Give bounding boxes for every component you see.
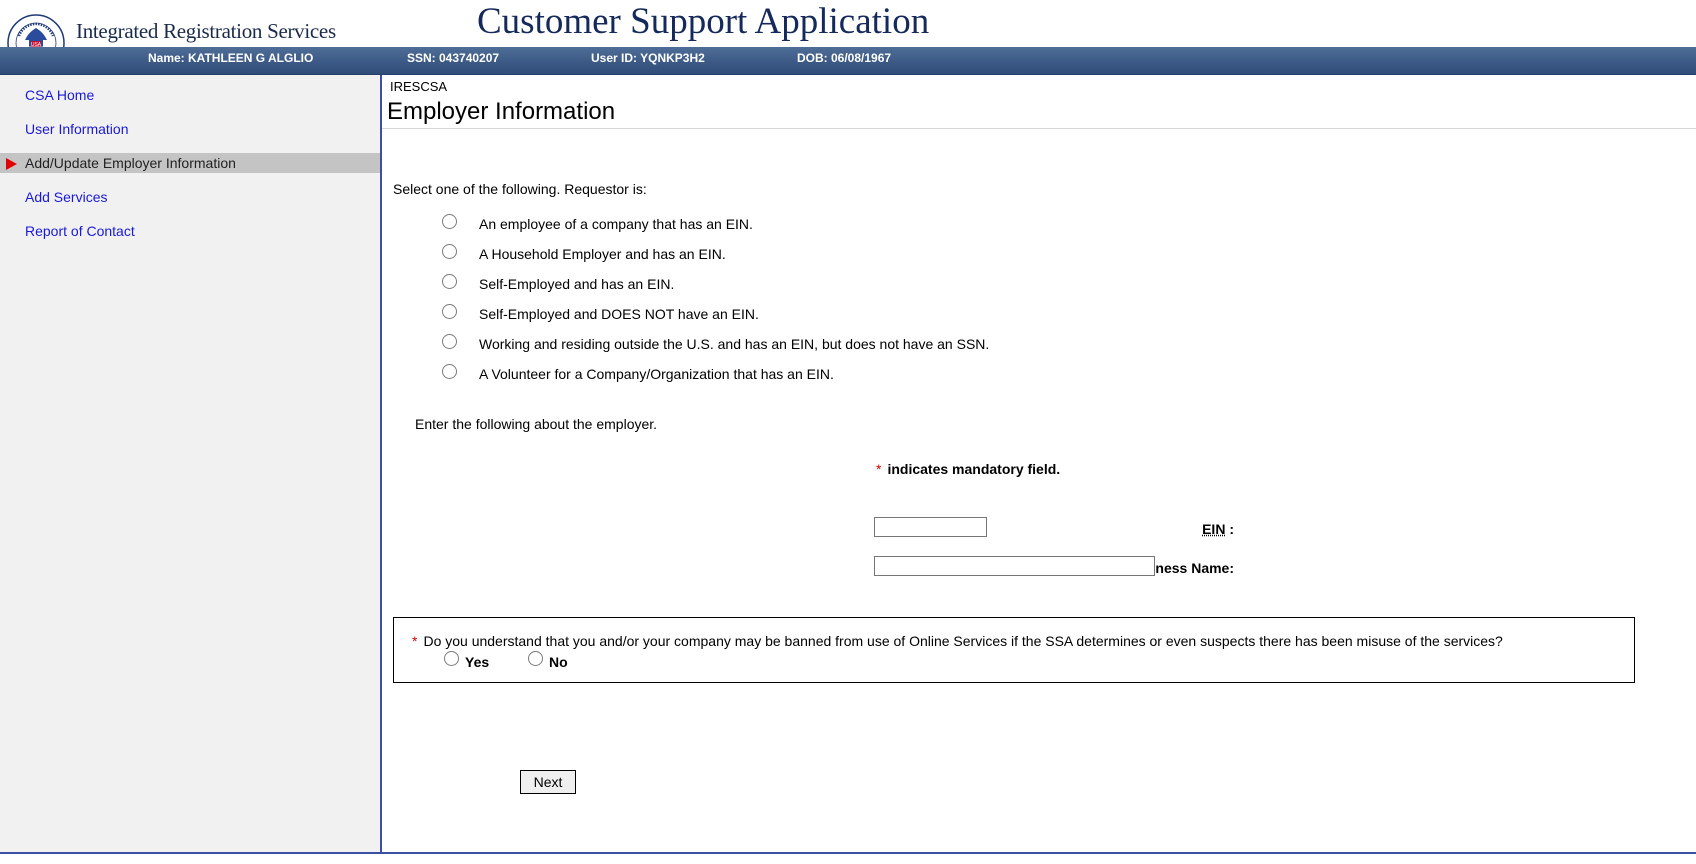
sidebar-item-label[interactable]: User Information	[25, 119, 128, 139]
mandatory-field-note: * indicates mandatory field.	[876, 461, 1060, 477]
mandatory-note-text: indicates mandatory field.	[887, 461, 1061, 477]
requestor-prompt: Select one of the following. Requestor i…	[393, 181, 647, 197]
ein-abbreviation: EIN	[1202, 521, 1226, 537]
ein-label: EIN :	[1202, 521, 1234, 537]
ein-colon: :	[1229, 521, 1234, 537]
radio-label: Self-Employed and DOES NOT have an EIN.	[479, 306, 759, 322]
header: USA Integrated Registration Services Cus…	[0, 0, 1696, 75]
sidebar-nav: CSA Home User Information Add/Update Emp…	[0, 75, 382, 852]
radio-button[interactable]	[442, 274, 457, 289]
app-title: Customer Support Application	[477, 1, 930, 42]
sidebar-item-add-services[interactable]: Add Services	[0, 187, 380, 207]
user-info-bar: Name: KATHLEEN G ALGLIO SSN: 043740207 U…	[0, 47, 1696, 75]
user-ssn: SSN: 043740207	[407, 51, 500, 65]
user-name: Name: KATHLEEN G ALGLIO	[148, 51, 314, 65]
radio-button[interactable]	[442, 364, 457, 379]
page-title: Employer Information	[387, 98, 616, 125]
sidebar-item-label[interactable]: CSA Home	[25, 85, 94, 105]
sidebar-item-label[interactable]: Report of Contact	[25, 221, 135, 241]
radio-label: Working and residing outside the U.S. an…	[479, 336, 990, 352]
sidebar-item-label[interactable]: Add Services	[25, 187, 107, 207]
breadcrumb: IRESCSA	[390, 79, 448, 94]
required-asterisk: *	[876, 461, 882, 477]
no-label: No	[549, 654, 568, 670]
radio-button[interactable]	[442, 244, 457, 259]
user-id: User ID: YQNKP3H2	[591, 51, 705, 65]
sidebar-item-report-of-contact[interactable]: Report of Contact	[0, 221, 380, 241]
radio-button[interactable]	[442, 334, 457, 349]
ein-input[interactable]	[874, 517, 987, 537]
misuse-acknowledgement-box: * Do you understand that you and/or your …	[393, 617, 1635, 683]
radio-label: A Volunteer for a Company/Organization t…	[479, 366, 834, 382]
sidebar-item-csa-home[interactable]: CSA Home	[0, 85, 380, 105]
current-page-arrow-icon	[6, 158, 17, 170]
employer-instructions: Enter the following about the employer.	[415, 416, 658, 432]
sidebar-item-label[interactable]: Add/Update Employer Information	[25, 153, 236, 173]
company-name-input[interactable]	[874, 556, 1155, 576]
radio-label: A Household Employer and has an EIN.	[479, 246, 726, 262]
yes-radio-button[interactable]	[444, 651, 459, 666]
brand-name: Integrated Registration Services	[76, 19, 336, 43]
no-radio-button[interactable]	[528, 651, 543, 666]
radio-label: Self-Employed and has an EIN.	[479, 276, 675, 292]
sidebar-item-add-update-employer[interactable]: Add/Update Employer Information	[0, 153, 380, 173]
bottom-divider	[0, 852, 1696, 854]
radio-button[interactable]	[442, 304, 457, 319]
user-dob: DOB: 06/08/1967	[797, 51, 892, 65]
required-asterisk: *	[412, 633, 418, 649]
next-button[interactable]: Next	[520, 770, 576, 794]
title-divider	[382, 128, 1696, 129]
misuse-question-text: Do you understand that you and/or your c…	[423, 633, 1503, 649]
misuse-question: * Do you understand that you and/or your …	[412, 633, 1503, 649]
radio-button[interactable]	[442, 214, 457, 229]
yes-label: Yes	[465, 654, 490, 670]
main-content: IRESCSA Employer Information Select one …	[382, 75, 1696, 852]
sidebar-item-user-information[interactable]: User Information	[0, 119, 380, 139]
radio-label: An employee of a company that has an EIN…	[479, 216, 753, 232]
